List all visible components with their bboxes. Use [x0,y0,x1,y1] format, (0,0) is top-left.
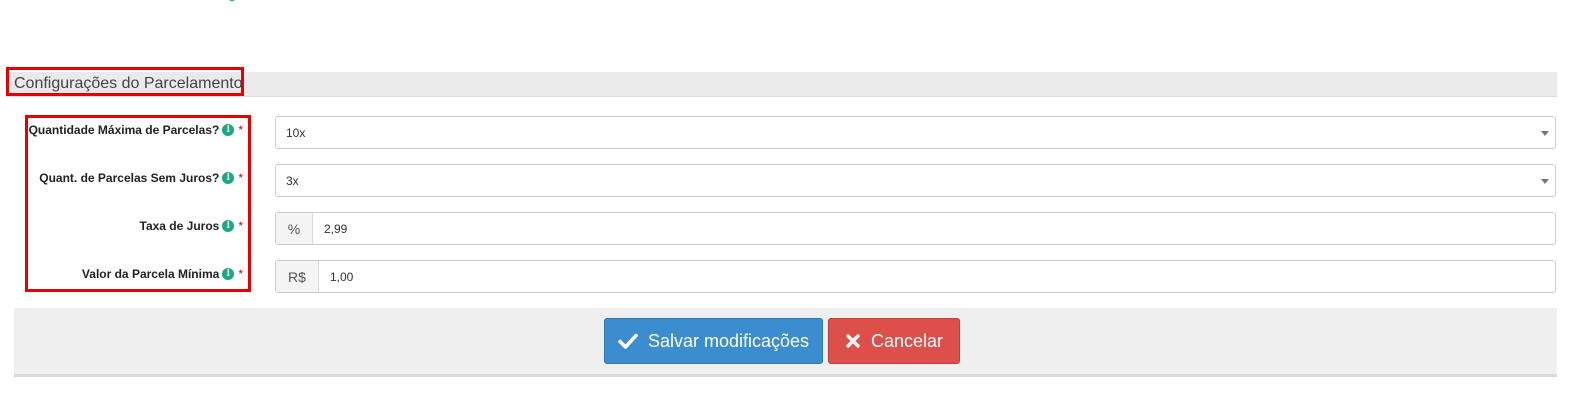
label-min-installment-value-text: Valor da Parcela Mínima [81,267,220,281]
interest-free-installments-select[interactable]: 3x [275,164,1556,197]
percent-addon: % [276,213,313,244]
required-marker: * [238,123,243,137]
previous-row-fragment [170,0,250,5]
chevron-down-icon [1541,131,1549,136]
cancel-button[interactable]: Cancelar [828,318,960,364]
cancel-button-label: Cancelar [870,330,944,351]
interest-rate-input[interactable] [313,213,1555,244]
label-max-installments: Quantidade Máxima de Parcelas? i * [25,121,243,139]
info-icon [226,0,238,1]
min-installment-input-group: R$ [275,260,1556,293]
label-interest-rate-text: Taxa de Juros [139,219,220,233]
label-min-installment-value: Valor da Parcela Mínima i * [25,265,243,283]
interest-rate-input-group: % [275,212,1556,245]
info-icon[interactable]: i [222,220,235,232]
section-title: Configurações do Parcelamento [14,75,243,92]
section-title-highlight: Configurações do Parcelamento [6,67,244,96]
required-marker: * [238,219,243,233]
min-installment-input[interactable] [319,261,1555,292]
info-icon[interactable]: i [222,124,235,136]
label-interest-free-installments-text: Quant. de Parcelas Sem Juros? [39,171,220,185]
interest-free-installments-value: 3x [286,174,299,188]
label-interest-rate: Taxa de Juros i * [25,217,243,235]
save-button[interactable]: Salvar modificações [604,318,823,364]
info-icon[interactable]: i [222,172,235,184]
currency-addon: R$ [276,261,319,292]
label-max-installments-text: Quantidade Máxima de Parcelas? [28,123,220,137]
required-marker: * [238,171,243,185]
info-icon[interactable]: i [222,268,235,280]
check-icon [618,333,638,349]
close-icon [845,333,861,349]
chevron-down-icon [1541,179,1549,184]
max-installments-value: 10x [286,126,306,140]
save-button-label: Salvar modificações [647,330,810,351]
max-installments-select[interactable]: 10x [275,116,1556,149]
label-interest-free-installments: Quant. de Parcelas Sem Juros? i * [25,169,243,187]
required-marker: * [238,267,243,281]
